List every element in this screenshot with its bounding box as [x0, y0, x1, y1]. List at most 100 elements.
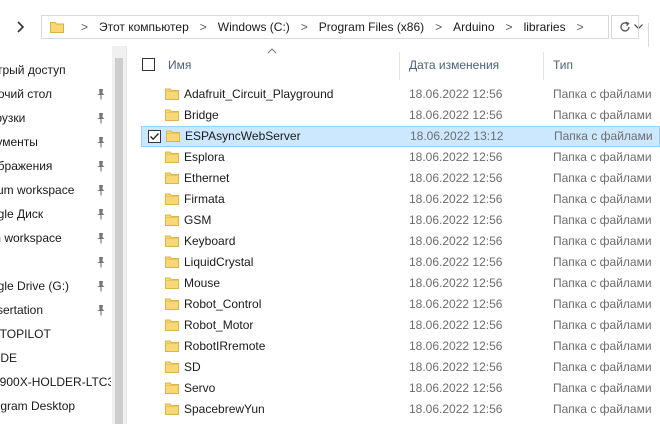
breadcrumb-separator[interactable]: >: [497, 20, 522, 34]
file-date: 18.06.2022 12:56: [409, 276, 503, 290]
breadcrumb-item[interactable]: Этот компьютер: [97, 20, 191, 34]
sidebar-item[interactable]: стрый доступ: [0, 58, 126, 82]
folder-icon: [165, 339, 179, 355]
pin-icon: [95, 304, 107, 316]
breadcrumb-separator[interactable]: >: [292, 20, 317, 34]
folder-icon: [165, 360, 179, 376]
sidebar-item[interactable]: tium workspace: [0, 178, 126, 202]
sidebar-item[interactable]: кументы: [0, 130, 126, 154]
file-type: Папка с файлами: [553, 402, 652, 416]
chevron-right-icon[interactable]: [14, 21, 26, 33]
column-header-type[interactable]: Тип: [553, 58, 573, 72]
file-date: 18.06.2022 12:56: [409, 171, 503, 185]
column-divider[interactable]: [399, 52, 400, 80]
sidebar-item[interactable]: ogle Диск: [0, 202, 126, 226]
file-name: SD: [184, 360, 201, 374]
file-row[interactable]: Robot_Motor 18.06.2022 12:56 Папка с файла…: [141, 315, 660, 336]
file-row[interactable]: Ethernet 18.06.2022 12:56 Папка с файлами: [141, 168, 660, 189]
file-name: SpacebrewYun: [184, 402, 265, 416]
folder-icon: [165, 276, 179, 292]
file-name: Adafruit_Circuit_Playground: [184, 87, 334, 101]
pin-icon: [95, 160, 107, 172]
file-date: 18.06.2022 12:56: [409, 108, 503, 122]
column-header-name[interactable]: Имя: [168, 58, 191, 72]
file-name: GSM: [184, 213, 212, 227]
breadcrumb-separator[interactable]: >: [568, 20, 593, 34]
file-list: Adafruit_Circuit_Playground 18.06.2022 12…: [127, 84, 660, 424]
file-row[interactable]: Adafruit_Circuit_Playground 18.06.2022 12…: [141, 84, 660, 105]
file-row[interactable]: Bridge 18.06.2022 12:56 Папка с файлами: [141, 105, 660, 126]
file-row[interactable]: Mouse 18.06.2022 12:56 Папка с файлами: [141, 273, 660, 294]
file-type: Папка с файлами: [553, 171, 652, 185]
sidebar-item-label: UTOPILOT: [0, 327, 51, 341]
file-row[interactable]: Robot_Control 18.06.2022 12:56 Папка с фай…: [141, 294, 660, 315]
pin-icon: [95, 136, 107, 148]
file-type: Папка с файлами: [553, 87, 652, 101]
breadcrumb-item[interactable]: Windows (C:): [216, 20, 292, 34]
address-row: > Этот компьютер > Windows (C:) > Program Fil…: [0, 8, 660, 47]
file-row[interactable]: GSM 18.06.2022 12:56 Папка с файлами: [141, 210, 660, 231]
file-row[interactable]: Firmata 18.06.2022 12:56 Папка с файлами: [141, 189, 660, 210]
file-name: Servo: [184, 381, 216, 395]
sidebar-item[interactable]: ображения: [0, 154, 126, 178]
sidebar-item[interactable]: ODE: [0, 346, 126, 370]
search-box-edge[interactable]: [648, 23, 660, 47]
breadcrumb-separator[interactable]: >: [191, 20, 216, 34]
folder-icon: [165, 150, 179, 166]
file-name: Esplora: [184, 150, 225, 164]
navigation-scrollbar-thumb[interactable]: [115, 58, 123, 424]
file-row[interactable]: SpacebrewYun 18.06.2022 12:56 Папка с файл…: [141, 399, 660, 420]
folder-icon: [165, 255, 179, 271]
refresh-button[interactable]: [611, 15, 639, 39]
sidebar-item[interactable]: ogle Drive (G:): [0, 274, 126, 298]
file-type: Папка с файлами: [553, 339, 652, 353]
column-divider[interactable]: [543, 52, 544, 80]
address-bar[interactable]: > Этот компьютер > Windows (C:) > Program Fil…: [41, 15, 643, 39]
file-type: Папка с файлами: [553, 318, 652, 332]
breadcrumb-separator[interactable]: >: [426, 20, 451, 34]
sidebar-item[interactable]: грузки: [0, 106, 126, 130]
folder-icon: [165, 381, 179, 397]
breadcrumb-item[interactable]: Program Files (x86): [317, 20, 426, 34]
breadcrumb-item[interactable]: libraries: [522, 20, 568, 34]
file-row[interactable]: ESPAsyncWebServer 18.06.2022 13:12 Папка с…: [141, 126, 660, 147]
folder-icon: [165, 192, 179, 208]
sidebar-item[interactable]: D900X-HOLDER-LTC3: [0, 370, 126, 394]
file-type: Папка с файлами: [553, 234, 652, 248]
file-name: LiquidCrystal: [184, 255, 254, 269]
select-all-checkbox[interactable]: [142, 58, 155, 71]
file-row[interactable]: Servo 18.06.2022 12:56 Папка с файлами: [141, 378, 660, 399]
sort-ascending-icon: [267, 48, 277, 54]
file-type: Папка с файлами: [553, 213, 652, 227]
column-header-date[interactable]: Дата изменения: [409, 58, 499, 72]
breadcrumb-separator[interactable]: >: [72, 20, 97, 34]
column-header-row: Имя Дата изменения Тип: [127, 46, 660, 84]
folder-icon: [165, 213, 179, 229]
file-date: 18.06.2022 12:56: [409, 87, 503, 101]
breadcrumb: > Этот компьютер > Windows (C:) > Program Fil…: [72, 16, 593, 38]
file-type: Папка с файлами: [553, 381, 652, 395]
sidebar-item[interactable]: UTOPILOT: [0, 322, 126, 346]
file-row[interactable]: LiquidCrystal 18.06.2022 12:56 Папка с фай…: [141, 252, 660, 273]
file-row[interactable]: SD 18.06.2022 12:56 Папка с файлами: [141, 357, 660, 378]
file-name: Bridge: [184, 108, 219, 122]
navigation-pane: стрый доступ бочий столгрузкикументыображ…: [0, 46, 126, 424]
file-name: ESPAsyncWebServer: [185, 129, 301, 143]
breadcrumb-item[interactable]: Arduino: [451, 20, 496, 34]
folder-icon: [165, 234, 179, 250]
file-row[interactable]: Esplora 18.06.2022 12:56 Папка с файлами: [141, 147, 660, 168]
pin-icon: [95, 112, 107, 124]
file-date: 18.06.2022 12:56: [409, 360, 503, 374]
refresh-icon: [620, 21, 630, 32]
sidebar-item[interactable]: ssertation: [0, 298, 126, 322]
file-type: Папка с файлами: [553, 150, 652, 164]
file-date: 18.06.2022 12:56: [409, 339, 503, 353]
sidebar-item[interactable]: бочий стол: [0, 82, 126, 106]
sidebar-item[interactable]: legram Desktop: [0, 394, 126, 418]
sidebar-item[interactable]: 5: [0, 250, 126, 274]
file-type: Папка с файлами: [553, 108, 652, 122]
sidebar-item[interactable]: m workspace: [0, 226, 126, 250]
file-row[interactable]: RobotIRremote 18.06.2022 12:56 Папка с фай…: [141, 336, 660, 357]
file-row[interactable]: Keyboard 18.06.2022 12:56 Папка с файлами: [141, 231, 660, 252]
row-checkbox[interactable]: [148, 130, 161, 143]
